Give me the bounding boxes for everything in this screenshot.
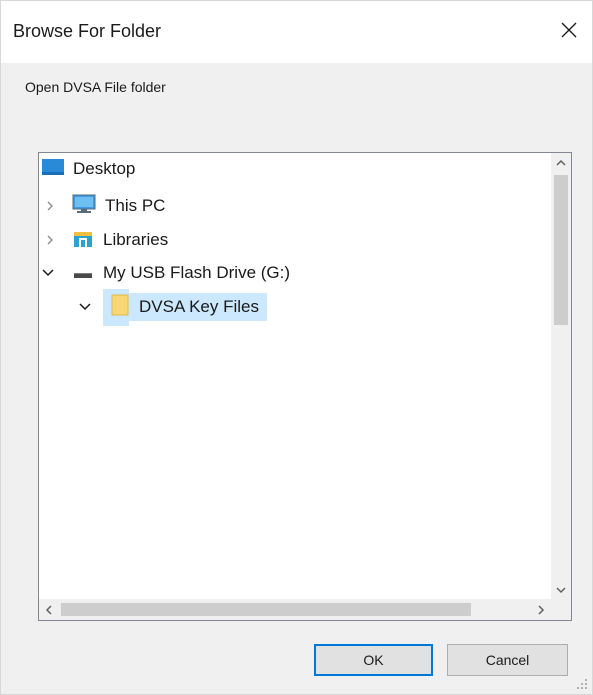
close-icon	[561, 22, 577, 38]
chevron-left-icon	[45, 604, 52, 615]
chevron-right-icon	[538, 604, 545, 615]
tree-item-libraries[interactable]: Libraries	[71, 225, 168, 255]
chevron-up-icon	[556, 159, 566, 166]
tree-item-label: My USB Flash Drive (G:)	[103, 263, 291, 282]
vertical-scrollbar[interactable]	[551, 153, 571, 600]
expand-arrow-icon[interactable]	[43, 233, 57, 247]
collapse-arrow-icon[interactable]	[41, 266, 55, 280]
expand-arrow-icon[interactable]	[43, 199, 57, 213]
resize-grip-icon[interactable]	[576, 678, 588, 690]
dialog-prompt: Open DVSA File folder	[25, 79, 166, 95]
desktop-icon	[41, 157, 65, 182]
chevron-down-icon	[556, 587, 566, 594]
tree-item-label: DVSA Key Files	[129, 293, 267, 321]
tree-item-label: Desktop	[73, 159, 136, 178]
horizontal-scroll-thumb[interactable]	[61, 603, 471, 616]
tree-item-desktop[interactable]: Desktop	[41, 154, 135, 184]
tree-item-this-pc[interactable]: This PC	[71, 191, 165, 221]
tree-item-dvsa-key-files[interactable]: DVSA Key Files	[103, 288, 267, 326]
window-title: Browse For Folder	[13, 21, 162, 41]
ok-button[interactable]: OK	[314, 644, 433, 676]
collapse-arrow-icon[interactable]	[78, 300, 92, 314]
scroll-right-button[interactable]	[531, 599, 551, 620]
tree-item-label: This PC	[105, 196, 166, 215]
tree-item-label: Libraries	[103, 230, 169, 249]
cancel-button[interactable]: Cancel	[447, 644, 568, 676]
folder-tree[interactable]: Desktop This PC Libraries My USB Flash D…	[38, 152, 572, 621]
vertical-scroll-thumb[interactable]	[554, 175, 568, 325]
scroll-up-button[interactable]	[551, 153, 571, 173]
computer-icon	[71, 193, 97, 220]
scroll-down-button[interactable]	[551, 580, 571, 600]
folder-icon	[103, 288, 129, 326]
scrollbar-corner	[551, 599, 571, 620]
close-button[interactable]	[554, 15, 584, 45]
usb-drive-icon	[71, 260, 95, 287]
libraries-icon	[71, 227, 95, 254]
scroll-left-button[interactable]	[39, 599, 59, 620]
title-bar[interactable]: Browse For Folder	[1, 1, 592, 63]
tree-item-usb-drive[interactable]: My USB Flash Drive (G:)	[71, 258, 290, 288]
browse-for-folder-dialog: Browse For Folder Open DVSA File folder …	[0, 0, 593, 695]
horizontal-scrollbar[interactable]	[39, 599, 551, 620]
